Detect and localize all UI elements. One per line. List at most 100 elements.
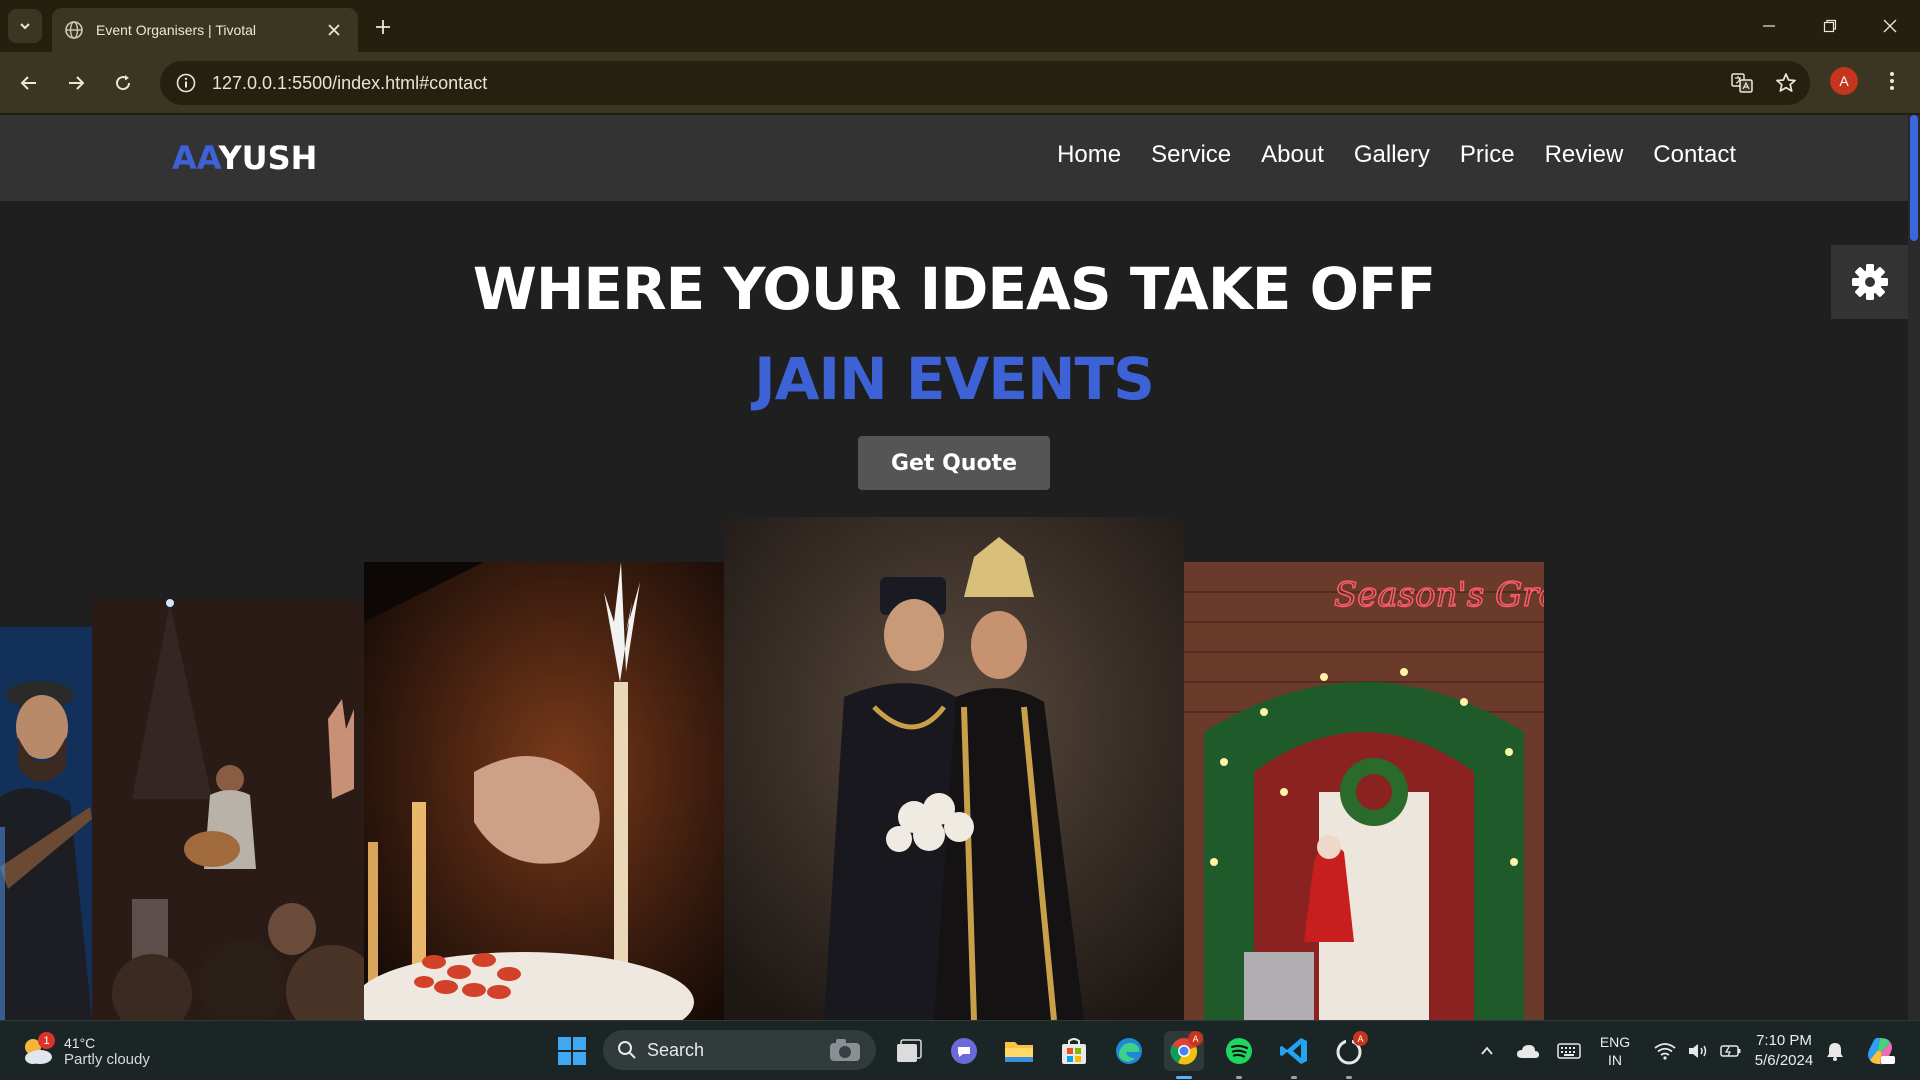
search-highlight-icon [830, 1039, 860, 1061]
vscode-icon [1280, 1038, 1307, 1064]
gallery-photo-guitarist[interactable] [0, 627, 92, 1020]
notifications-button[interactable] [1820, 1031, 1850, 1071]
nav-link-contact[interactable]: Contact [1653, 141, 1736, 169]
edge-button[interactable] [1109, 1031, 1149, 1071]
site-logo[interactable]: AAYUSH [172, 139, 317, 177]
github-desktop-button[interactable]: A [1329, 1031, 1369, 1071]
copilot-button[interactable] [1860, 1031, 1900, 1071]
site-header: AAYUSH Home Service About Gallery Price … [0, 115, 1908, 201]
taskbar-search[interactable]: Search [603, 1030, 876, 1070]
browser-tab-bar: Event Organisers | Tivotal [0, 0, 1920, 52]
weather-condition: Partly cloudy [64, 1050, 150, 1068]
weather-widget[interactable]: 1 41°C Partly cloudy [20, 1029, 170, 1073]
search-label: Search [647, 1039, 705, 1060]
battery-icon [1720, 1045, 1741, 1057]
restore-button[interactable] [1808, 8, 1852, 44]
weather-temp: 41°C [64, 1034, 96, 1051]
teams-chat-button[interactable] [944, 1031, 984, 1071]
github-running-indicator [1346, 1076, 1352, 1079]
globe-icon [64, 20, 84, 40]
gallery-photo-concert[interactable] [92, 599, 364, 1020]
translate-icon[interactable] [1722, 63, 1762, 103]
nav-link-gallery[interactable]: Gallery [1354, 141, 1430, 169]
address-bar[interactable]: 127.0.0.1:5500/index.html#contact [160, 61, 1810, 105]
microsoft-store-button[interactable] [1054, 1031, 1094, 1071]
close-icon [1883, 19, 1897, 33]
bell-icon [1827, 1043, 1843, 1061]
chrome-button[interactable]: A [1164, 1031, 1204, 1071]
chat-icon [951, 1038, 977, 1064]
web-page: AAYUSH Home Service About Gallery Price … [0, 115, 1920, 1020]
chevron-up-icon [1481, 1046, 1493, 1055]
forward-button[interactable] [58, 65, 94, 101]
windows-taskbar: 1 41°C Partly cloudy Search A A ENG IN 7… [0, 1020, 1920, 1080]
windows-logo-icon [558, 1037, 586, 1065]
copilot-icon [1868, 1037, 1895, 1065]
close-window-button[interactable] [1868, 8, 1912, 44]
clock-date: 5/6/2024 [1754, 1052, 1814, 1069]
clock[interactable]: 7:10 PM 5/6/2024 [1748, 1031, 1820, 1071]
start-button[interactable] [552, 1031, 592, 1071]
close-tab-icon[interactable] [322, 18, 346, 42]
nav-link-service[interactable]: Service [1151, 141, 1231, 169]
file-explorer-button[interactable] [999, 1031, 1039, 1071]
lang-line2: IN [1608, 1052, 1622, 1068]
nav-link-price[interactable]: Price [1460, 141, 1515, 169]
chrome-active-indicator [1176, 1076, 1192, 1079]
arrow-left-icon [20, 76, 36, 90]
input-language-indicator[interactable]: ENG IN [1594, 1033, 1636, 1069]
plus-icon [376, 20, 390, 34]
more-vert-icon [1890, 72, 1894, 90]
nav-link-about[interactable]: About [1261, 141, 1324, 169]
chevron-down-icon [20, 23, 30, 30]
cloud-icon [1517, 1045, 1539, 1058]
task-view-button[interactable] [889, 1031, 929, 1071]
weather-badge: 1 [38, 1032, 55, 1049]
hero-title: WHERE YOUR IDEAS TAKE OFF [472, 255, 1436, 323]
page-scrollbar[interactable] [1908, 115, 1920, 1020]
logo-accent: AA [172, 139, 219, 177]
reload-icon [116, 75, 131, 91]
new-tab-button[interactable] [368, 12, 398, 42]
chrome-badge: A [1188, 1031, 1203, 1046]
reload-button[interactable] [105, 65, 141, 101]
back-button[interactable] [11, 65, 47, 101]
site-info-icon[interactable] [166, 63, 206, 103]
arrow-right-icon [69, 76, 85, 90]
vscode-running-indicator [1291, 1076, 1297, 1079]
github-badge: A [1353, 1031, 1368, 1046]
wifi-icon [1654, 1043, 1676, 1060]
gallery-photo-christmas[interactable]: Season's Greetings [1184, 562, 1544, 1020]
vscode-button[interactable] [1274, 1031, 1314, 1071]
nav-link-home[interactable]: Home [1057, 141, 1121, 169]
tab-search-button[interactable] [8, 9, 42, 43]
spotify-icon [1226, 1038, 1252, 1064]
browser-tab-active[interactable]: Event Organisers | Tivotal [52, 8, 358, 52]
hero-subtitle: JAIN EVENTS [754, 345, 1155, 413]
partly-cloudy-icon: 1 [20, 1032, 55, 1068]
store-icon [1062, 1038, 1086, 1064]
gallery-photo-cake[interactable] [364, 562, 724, 1020]
scrollbar-thumb[interactable] [1910, 115, 1918, 241]
touch-keyboard-button[interactable] [1551, 1031, 1587, 1071]
lang-line1: ENG [1599, 1034, 1631, 1050]
bookmark-star-icon[interactable] [1766, 63, 1806, 103]
browser-menu-button[interactable] [1876, 64, 1908, 98]
quick-settings-button[interactable] [1648, 1031, 1748, 1071]
edge-icon [1116, 1038, 1142, 1064]
spotify-button[interactable] [1219, 1031, 1259, 1071]
show-hidden-icons-button[interactable] [1469, 1031, 1505, 1071]
nav-link-review[interactable]: Review [1545, 141, 1624, 169]
task-view-icon [897, 1039, 922, 1062]
search-icon [618, 1041, 636, 1059]
get-quote-button[interactable]: Get Quote [858, 436, 1050, 490]
minimize-button[interactable] [1747, 8, 1791, 44]
onedrive-button[interactable] [1510, 1031, 1546, 1071]
keyboard-icon [1557, 1043, 1581, 1059]
profile-avatar[interactable]: A [1830, 67, 1858, 95]
volume-icon [1688, 1044, 1707, 1058]
gallery-photo-wedding[interactable] [724, 517, 1184, 1020]
clock-time: 7:10 PM [1756, 1032, 1812, 1049]
restore-icon [1823, 19, 1837, 33]
spotify-running-indicator [1236, 1076, 1242, 1079]
